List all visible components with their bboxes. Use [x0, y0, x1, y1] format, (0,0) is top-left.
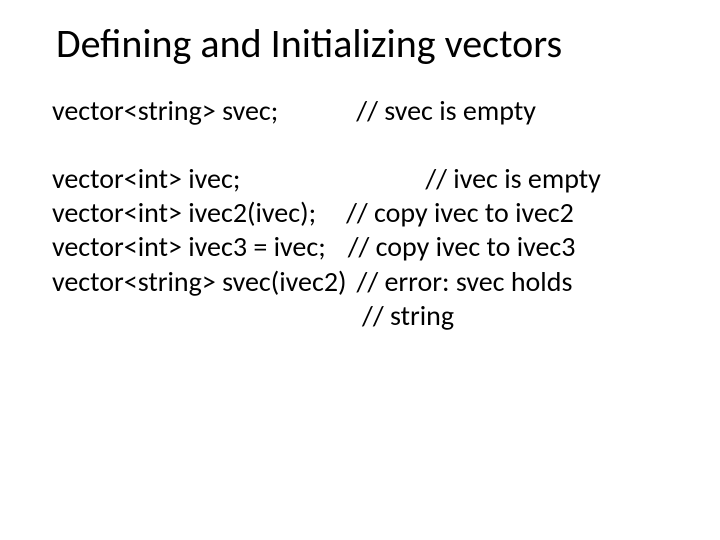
code-line-1: vector<string> svec; // svec is empty: [52, 94, 680, 128]
code-decl-1: vector<string> svec;: [52, 94, 278, 128]
code-line-2: vector<int> ivec; // ivec is empty: [52, 162, 680, 196]
code-comment-2: // ivec is empty: [240, 162, 601, 196]
slide-title: Defining and Initializing vectors: [0, 0, 720, 66]
code-line-4: vector<int> ivec3 = ivec; // copy ivec t…: [52, 230, 680, 264]
code-decl-5: vector<string> svec(ivec2): [52, 265, 347, 299]
code-line-5: vector<string> svec(ivec2) // error: sve…: [52, 265, 680, 299]
code-comment-1: // svec is empty: [278, 94, 536, 128]
slide-body: vector<string> svec; // svec is empty ve…: [0, 66, 720, 333]
code-line-6: // string: [52, 299, 680, 333]
slide: Defining and Initializing vectors vector…: [0, 0, 720, 540]
code-comment-3: // copy ivec to ivec2: [316, 196, 574, 230]
blank-line-1: [52, 128, 680, 162]
code-decl-3: vector<int> ivec2(ivec);: [52, 196, 316, 230]
code-comment-4: // copy ivec to ivec3: [326, 230, 576, 264]
code-line-3: vector<int> ivec2(ivec); // copy ivec to…: [52, 196, 680, 230]
code-comment-5: // error: svec holds: [347, 265, 573, 299]
code-comment-6: // string: [362, 299, 454, 333]
code-decl-4: vector<int> ivec3 = ivec;: [52, 230, 326, 264]
code-decl-2: vector<int> ivec;: [52, 162, 240, 196]
